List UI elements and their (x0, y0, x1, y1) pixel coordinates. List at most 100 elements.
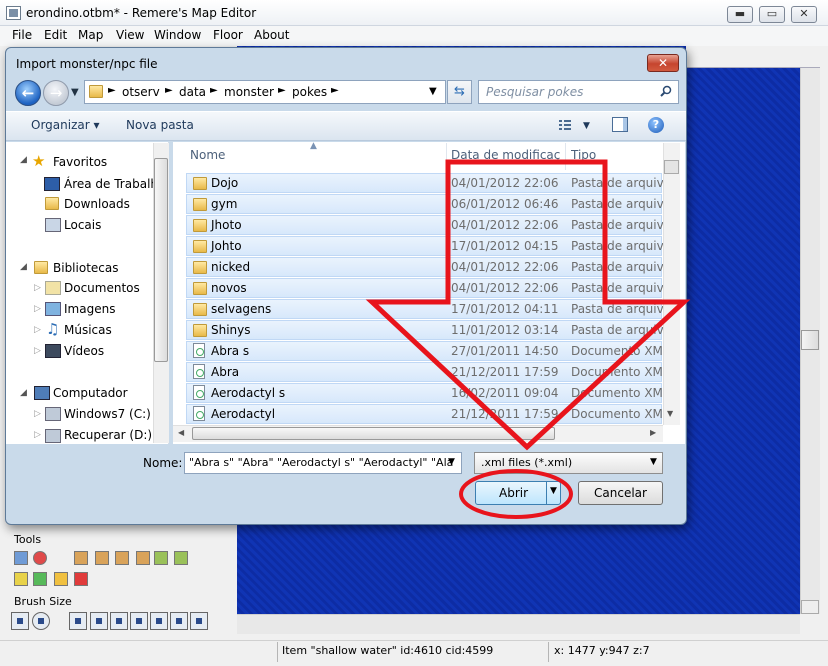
brush-size-7-icon[interactable] (190, 612, 208, 630)
breadcrumb-otserv[interactable]: otserv (122, 85, 160, 99)
drive-c-expand-icon[interactable]: ▷ (34, 409, 41, 419)
door-tool-icon-4[interactable] (136, 551, 150, 565)
zone-tool-icon-2[interactable] (174, 551, 188, 565)
brush-circle-icon[interactable] (32, 612, 50, 630)
nav-libraries[interactable]: Bibliotecas (53, 261, 118, 275)
select-tool-icon[interactable] (14, 551, 28, 565)
refresh-icon[interactable]: ⇆ (447, 80, 472, 104)
view-dropdown-icon[interactable]: ▼ (583, 121, 590, 131)
menu-map[interactable]: Map (78, 28, 103, 42)
address-dropdown-icon[interactable]: ▼ (429, 86, 437, 97)
breadcrumb-separator-icon[interactable]: ► (108, 85, 116, 96)
filename-input[interactable]: "Abra s" "Abra" "Aerodactyl s" "Aerodact… (184, 452, 462, 474)
nav-favorites[interactable]: Favoritos (53, 155, 107, 169)
brush-size-3-icon[interactable] (110, 612, 128, 630)
menu-edit[interactable]: Edit (44, 28, 67, 42)
new-folder-button[interactable]: Nova pasta (126, 118, 194, 132)
forward-button[interactable]: → (43, 80, 69, 106)
images-expand-icon[interactable]: ▷ (34, 304, 41, 314)
history-dropdown-icon[interactable]: ▼ (71, 87, 79, 98)
nav-scroll-thumb[interactable] (154, 158, 168, 362)
column-separator[interactable] (446, 143, 447, 170)
help-icon[interactable]: ? (648, 117, 664, 133)
organize-button[interactable]: Organizar ▾ (31, 118, 100, 132)
breadcrumb-separator-icon[interactable]: ► (331, 85, 339, 96)
nav-downloads[interactable]: Downloads (64, 197, 130, 211)
nav-desktop[interactable]: Área de Trabalho (64, 177, 165, 191)
zone-tool-icon-1[interactable] (154, 551, 168, 565)
libraries-expand-icon[interactable]: ◢ (20, 262, 27, 272)
nav-drive-c[interactable]: Windows7 (C:) (64, 407, 151, 421)
menu-window[interactable]: Window (154, 28, 201, 42)
open-dropdown-icon[interactable]: ▼ (550, 486, 557, 496)
menu-about[interactable]: About (254, 28, 289, 42)
sort-indicator-icon: ▲ (310, 141, 317, 151)
column-header-date[interactable]: Data de modificaç... (451, 148, 561, 162)
scroll-right-icon[interactable]: ▶ (650, 428, 656, 437)
breadcrumb-data[interactable]: data (179, 85, 206, 99)
computer-expand-icon[interactable]: ◢ (20, 388, 27, 398)
preview-pane-icon[interactable] (612, 117, 628, 132)
minimize-button[interactable]: ▬ (727, 6, 753, 23)
scroll-left-icon[interactable]: ◀ (178, 428, 184, 437)
brush-square-icon[interactable] (11, 612, 29, 630)
brush-size-5-icon[interactable] (150, 612, 168, 630)
nav-documents[interactable]: Documentos (64, 281, 140, 295)
nav-computer[interactable]: Computador (53, 386, 128, 400)
scroll-down-icon[interactable]: ▼ (667, 409, 673, 418)
cancel-button[interactable]: Cancelar (578, 481, 663, 505)
nav-videos[interactable]: Vídeos (64, 344, 104, 358)
nav-drive-d[interactable]: Recuperar (D:) (64, 428, 152, 442)
pvp-tool-icon[interactable] (74, 572, 88, 586)
open-button-split (546, 482, 547, 504)
door-tool-icon-1[interactable] (74, 551, 88, 565)
map-scroll-down-button[interactable] (801, 600, 819, 614)
brush-size-1-icon[interactable] (69, 612, 87, 630)
column-header-name[interactable]: Nome (190, 148, 225, 162)
music-expand-icon[interactable]: ▷ (34, 325, 41, 335)
brush-size-4-icon[interactable] (130, 612, 148, 630)
breadcrumb-monster[interactable]: monster (224, 85, 274, 99)
menu-file[interactable]: File (12, 28, 32, 42)
map-vertical-scroll-thumb[interactable] (801, 330, 819, 350)
breadcrumb-separator-icon[interactable]: ► (210, 85, 218, 96)
nav-places[interactable]: Locais (64, 218, 101, 232)
breadcrumb-separator-icon[interactable]: ► (278, 85, 286, 96)
breadcrumb-separator-icon[interactable]: ► (165, 85, 173, 96)
file-vertical-scrollbar[interactable] (663, 143, 680, 425)
pz-tool-icon[interactable] (14, 572, 28, 586)
nav-music[interactable]: Músicas (64, 323, 112, 337)
eraser-tool-icon[interactable] (33, 551, 47, 565)
file-type-select[interactable]: .xml files (*.xml) (474, 452, 663, 474)
file-date: 04/01/2012 22:06 (451, 176, 559, 190)
column-header-type[interactable]: Tipo (571, 148, 596, 162)
favorites-collapse-icon[interactable]: ◢ (20, 155, 27, 165)
brush-size-6-icon[interactable] (170, 612, 188, 630)
maximize-button[interactable]: ▭ (759, 6, 785, 23)
search-input[interactable]: Pesquisar pokes (478, 80, 679, 104)
door-tool-icon-2[interactable] (95, 551, 109, 565)
menu-view[interactable]: View (116, 28, 144, 42)
file-type-dropdown-icon[interactable]: ▼ (650, 457, 657, 467)
back-button[interactable]: ← (15, 80, 41, 106)
column-separator[interactable] (565, 143, 566, 170)
breadcrumb-pokes[interactable]: pokes (292, 85, 327, 99)
open-button-label[interactable]: Abrir (499, 486, 528, 500)
menu-floor[interactable]: Floor (213, 28, 243, 42)
drive-d-expand-icon[interactable]: ▷ (34, 430, 41, 440)
nopvp-tool-icon[interactable] (33, 572, 47, 586)
search-icon[interactable] (660, 85, 672, 97)
nav-images[interactable]: Imagens (64, 302, 115, 316)
door-tool-icon-3[interactable] (115, 551, 129, 565)
view-options-icon[interactable] (558, 118, 572, 132)
file-horizontal-scroll-thumb[interactable] (192, 427, 555, 440)
dialog-close-button[interactable]: ✕ (647, 54, 679, 72)
filename-dropdown-icon[interactable]: ▼ (448, 457, 455, 467)
map-horizontal-scrollbar[interactable] (237, 614, 800, 634)
close-button[interactable]: ✕ (791, 6, 817, 23)
file-vertical-scroll-thumb[interactable] (664, 160, 679, 174)
videos-expand-icon[interactable]: ▷ (34, 346, 41, 356)
nologout-tool-icon[interactable] (54, 572, 68, 586)
documents-expand-icon[interactable]: ▷ (34, 283, 41, 293)
brush-size-2-icon[interactable] (90, 612, 108, 630)
